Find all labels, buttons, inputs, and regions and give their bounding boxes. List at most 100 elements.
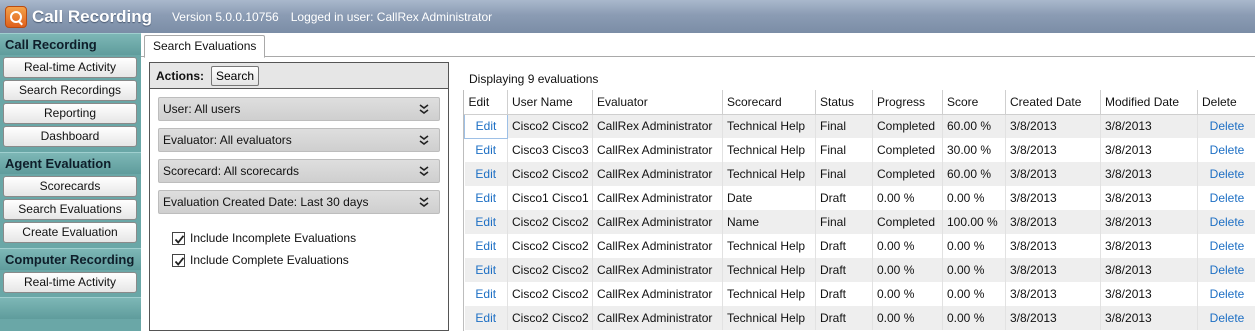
column-header-edit[interactable]: Edit — [464, 90, 508, 115]
sidebar-item-search-recordings[interactable]: Search Recordings — [3, 80, 137, 101]
cell-scorecard: Technical Help — [722, 114, 816, 138]
edit-link[interactable]: Edit — [464, 138, 508, 162]
column-header-delete[interactable]: Delete — [1197, 90, 1255, 115]
logged-in-user: Logged in user: CallRex Administrator — [290, 9, 493, 24]
edit-link[interactable]: Edit — [464, 258, 508, 282]
chevron-double-down-icon — [419, 166, 429, 176]
sidebar-item-scorecards[interactable]: Scorecards — [3, 176, 137, 197]
delete-link[interactable]: Delete — [1197, 234, 1255, 258]
cell-evaluator: CallRex Administrator — [592, 114, 723, 138]
filter-panel: Actions: Search User: All users Evaluato… — [149, 62, 449, 331]
cell-created-date: 3/8/2013 — [1005, 210, 1101, 234]
tab-search-evaluations[interactable]: Search Evaluations — [144, 35, 266, 58]
column-header-score[interactable]: Score — [942, 90, 1006, 115]
edit-link[interactable]: Edit — [464, 234, 508, 258]
delete-link[interactable]: Delete — [1197, 186, 1255, 210]
chevron-double-down-icon — [419, 135, 429, 145]
cell-modified-date: 3/8/2013 — [1100, 258, 1198, 282]
cell-scorecard: Technical Help — [722, 282, 816, 306]
cell-created-date: 3/8/2013 — [1005, 138, 1101, 162]
cell-status: Final — [815, 210, 873, 234]
delete-link[interactable]: Delete — [1197, 138, 1255, 162]
cell-score: 0.00 % — [942, 258, 1006, 282]
cell-status: Final — [815, 114, 873, 138]
cell-progress: Completed — [872, 114, 943, 138]
sidebar-item-reporting[interactable]: Reporting — [3, 103, 137, 124]
table-row[interactable]: Edit Cisco2 Cisco2 CallRex Administrator Te… — [464, 282, 1255, 306]
cell-status: Draft — [815, 186, 873, 210]
cell-score: 0.00 % — [942, 234, 1006, 258]
sidebar-item-dashboard[interactable]: Dashboard — [3, 126, 137, 147]
cell-status: Draft — [815, 258, 873, 282]
user-filter-dropdown[interactable]: User: All users — [158, 97, 440, 121]
cell-created-date: 3/8/2013 — [1005, 258, 1101, 282]
sidebar-item-search-evaluations[interactable]: Search Evaluations — [3, 199, 137, 220]
table-row[interactable]: Edit Cisco2 Cisco2 CallRex Administrator Te… — [464, 113, 1255, 139]
edit-link[interactable]: Edit — [464, 210, 508, 234]
cell-score: 0.00 % — [942, 282, 1006, 306]
cell-progress: 0.00 % — [872, 282, 943, 306]
table-row[interactable]: Edit Cisco3 Cisco3 CallRex Administrator Te… — [464, 138, 1255, 162]
cell-evaluator: CallRex Administrator — [592, 306, 723, 330]
cell-evaluator: CallRex Administrator — [592, 186, 723, 210]
actions-label: Actions: — [156, 68, 204, 83]
edit-link[interactable]: Edit — [464, 186, 508, 210]
checkmark-icon — [174, 234, 185, 244]
cell-evaluator: CallRex Administrator — [592, 234, 723, 258]
column-header-created-date[interactable]: Created Date — [1005, 90, 1101, 115]
table-row[interactable]: Edit Cisco2 Cisco2 CallRex Administrator Te… — [464, 162, 1255, 186]
delete-link[interactable]: Delete — [1197, 306, 1255, 330]
delete-link[interactable]: Delete — [1197, 258, 1255, 282]
table-row[interactable]: Edit Cisco2 Cisco2 CallRex Administrator Na… — [464, 210, 1255, 234]
cell-progress: 0.00 % — [872, 186, 943, 210]
delete-link[interactable]: Delete — [1197, 282, 1255, 306]
column-header-status[interactable]: Status — [815, 90, 873, 115]
cell-modified-date: 3/8/2013 — [1100, 186, 1198, 210]
created-date-filter-dropdown[interactable]: Evaluation Created Date: Last 30 days — [158, 190, 440, 214]
table-row[interactable]: Edit Cisco2 Cisco2 CallRex Administrator Te… — [464, 306, 1255, 330]
delete-link[interactable]: Delete — [1197, 162, 1255, 186]
sidebar-item-create-evaluation[interactable]: Create Evaluation — [3, 222, 137, 243]
delete-link[interactable]: Delete — [1197, 114, 1255, 138]
edit-link[interactable]: Edit — [464, 306, 508, 330]
cell-user-name: Cisco2 Cisco2 — [507, 234, 593, 258]
table-row[interactable]: Edit Cisco1 Cisco1 CallRex Administrator Da… — [464, 186, 1255, 210]
cell-created-date: 3/8/2013 — [1005, 282, 1101, 306]
cell-evaluator: CallRex Administrator — [592, 282, 723, 306]
column-header-modified-date[interactable]: Modified Date — [1100, 90, 1198, 115]
cell-progress: Completed — [872, 138, 943, 162]
column-header-scorecard[interactable]: Scorecard — [722, 90, 816, 115]
table-row[interactable]: Edit Cisco2 Cisco2 CallRex Administrator Te… — [464, 258, 1255, 282]
chevron-double-down-icon — [419, 104, 429, 114]
cell-score: 100.00 % — [942, 210, 1006, 234]
include-incomplete-row: Include Incomplete Evaluations — [172, 229, 356, 247]
cell-modified-date: 3/8/2013 — [1100, 306, 1198, 330]
column-header-progress[interactable]: Progress — [872, 90, 943, 115]
cell-progress: Completed — [872, 210, 943, 234]
delete-link[interactable]: Delete — [1197, 210, 1255, 234]
evaluator-filter-dropdown[interactable]: Evaluator: All evaluators — [158, 128, 440, 152]
column-header-evaluator[interactable]: Evaluator — [592, 90, 723, 115]
cell-evaluator: CallRex Administrator — [592, 138, 723, 162]
sidebar-item-computer-realtime-activity[interactable]: Real-time Activity — [3, 272, 137, 293]
sidebar-item-realtime-activity[interactable]: Real-time Activity — [3, 57, 137, 78]
table-row[interactable]: Edit Cisco2 Cisco2 CallRex Administrator Te… — [464, 234, 1255, 258]
column-header-user-name[interactable]: User Name — [507, 90, 593, 115]
scorecard-filter-dropdown[interactable]: Scorecard: All scorecards — [158, 159, 440, 183]
evaluations-table: Edit User Name Evaluator Scorecard Status Pro… — [464, 90, 1255, 330]
sidebar-section-computer-recording: Computer Recording — [0, 248, 141, 270]
cell-status: Final — [815, 162, 873, 186]
include-complete-checkbox[interactable] — [172, 253, 185, 267]
cell-modified-date: 3/8/2013 — [1100, 210, 1198, 234]
cell-score: 30.00 % — [942, 138, 1006, 162]
created-date-filter-label: Evaluation Created Date: Last 30 days — [163, 195, 369, 209]
edit-link[interactable]: Edit — [464, 113, 508, 139]
include-incomplete-checkbox[interactable] — [172, 231, 185, 245]
cell-score: 0.00 % — [942, 306, 1006, 330]
edit-link[interactable]: Edit — [464, 162, 508, 186]
cell-created-date: 3/8/2013 — [1005, 162, 1101, 186]
include-complete-label: Include Complete Evaluations — [190, 253, 349, 267]
search-button[interactable]: Search — [211, 65, 260, 86]
sidebar: Call Recording Real-time Activity Search… — [0, 33, 141, 331]
edit-link[interactable]: Edit — [464, 282, 508, 306]
